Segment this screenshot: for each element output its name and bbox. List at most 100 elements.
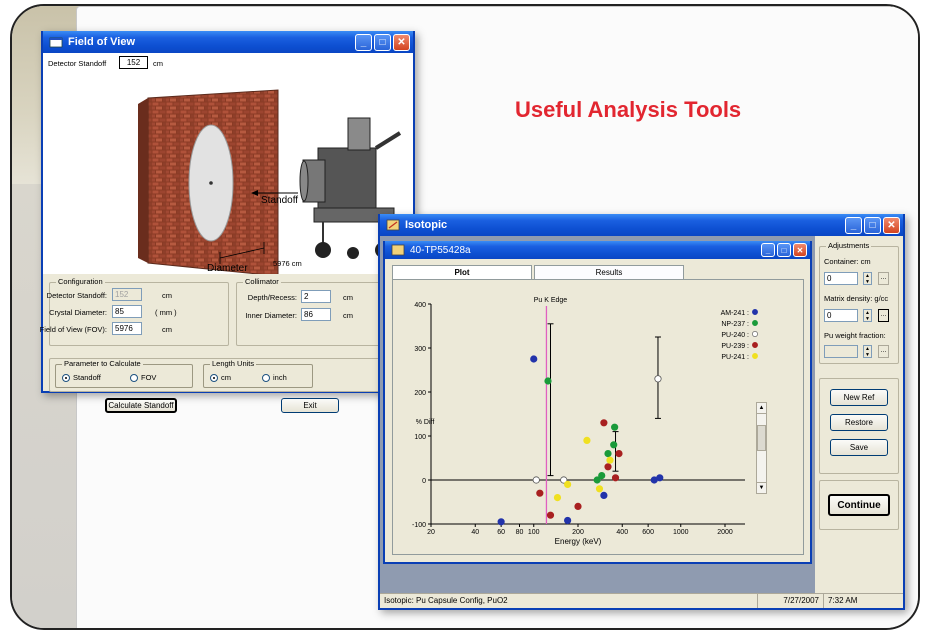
fov-field[interactable]: 5976 (112, 322, 142, 335)
length-units-group: Length Units cm inch (203, 359, 313, 388)
legend-marker (752, 353, 758, 359)
x-tick-label: 600 (642, 529, 654, 536)
restore-button[interactable]: Restore (830, 414, 888, 431)
ellipse-center (209, 181, 213, 185)
x-tick-label: 80 (516, 529, 524, 536)
config-standoff-field[interactable]: 152 (112, 288, 142, 301)
app-icon (391, 244, 405, 256)
depth-label: Depth/Recess: (247, 293, 297, 302)
x-axis-label: Energy (keV) (555, 537, 602, 546)
close-button[interactable]: ✕ (393, 33, 410, 51)
side-panel: Adjustments Container: cm 0 ▲ ▼ ... Matri… (817, 236, 903, 593)
matrix-more-button[interactable]: ... (878, 309, 889, 322)
iso-title-bar[interactable]: Isotopic _ □ ✕ (380, 214, 903, 236)
radio-standoff-dot[interactable] (62, 374, 70, 383)
status-text: Isotopic: Pu Capsule Config, PuO2 (380, 594, 758, 608)
maximize-button[interactable]: □ (777, 243, 791, 257)
pu-weight-label: Pu weight fraction: (824, 331, 886, 340)
radio-fov-dot[interactable] (130, 374, 138, 383)
depth-unit: cm (343, 293, 353, 302)
data-point-pu-239 (536, 489, 544, 497)
pu-weight-spinner[interactable]: ▲ ▼ (863, 345, 872, 358)
parameter-caption: Parameter to Calculate (62, 359, 143, 368)
scroll-up-arrow[interactable]: ▲ (757, 403, 766, 414)
status-date: 7/27/2007 (758, 594, 824, 608)
minimize-button[interactable]: _ (845, 216, 862, 234)
app-icon (49, 37, 63, 48)
x-tick-label: 2000 (717, 529, 733, 536)
config-standoff-unit: cm (162, 291, 172, 300)
x-tick-label: 20 (427, 529, 435, 536)
inner-diameter-field[interactable]: 86 (301, 308, 331, 321)
scroll-down-arrow[interactable]: ▼ (757, 482, 766, 493)
x-tick-label: 200 (572, 529, 584, 536)
legend-label: PU-240 : (721, 332, 749, 339)
maximize-button[interactable]: □ (374, 33, 391, 51)
crystal-diameter-field[interactable]: 85 (112, 305, 142, 318)
slide-headline: Useful Analysis Tools (515, 97, 742, 122)
data-point-pu-241 (595, 485, 604, 493)
data-point-pu-241 (553, 494, 562, 502)
inner-diameter-label: Inner Diameter: (245, 311, 297, 320)
radio-inch-dot[interactable] (262, 374, 270, 383)
plot-child-window: 40-TP55428a _ □ ✕ Plot Results -100 0 100 2… (383, 241, 812, 564)
matrix-density-spinner[interactable]: ▲ ▼ (863, 309, 872, 322)
minimize-button[interactable]: _ (355, 33, 372, 51)
container-field[interactable]: 0 (824, 272, 858, 285)
legend-label: PU-241 : (721, 354, 749, 361)
continue-button[interactable]: Continue (828, 494, 890, 516)
exit-button[interactable]: Exit (281, 398, 339, 413)
configuration-group: Configuration Detector Standoff: 152 cm … (40, 277, 229, 346)
diameter-caption: Diameter (207, 263, 248, 274)
matrix-density-field[interactable]: 0 (824, 309, 858, 322)
x-tick-label: 400 (616, 529, 628, 536)
tab-plot[interactable]: Plot (392, 265, 532, 279)
collimator-caption: Collimator (243, 277, 281, 286)
detector-standoff-label: Detector Standoff (48, 59, 107, 68)
pu-weight-more-button[interactable]: ... (878, 345, 889, 358)
field-of-view-window: Field of View _ □ ✕ Detector Standoff 15… (40, 31, 415, 413)
y-tick-label: 200 (414, 390, 426, 397)
status-time: 7:32 AM (828, 596, 858, 605)
save-button[interactable]: Save (830, 439, 888, 456)
calculate-standoff-button[interactable]: Calculate Standoff (105, 398, 177, 413)
minimize-button[interactable]: _ (761, 243, 775, 257)
continue-group: Continue (819, 480, 899, 530)
container-more-button[interactable]: ... (878, 272, 889, 285)
radio-cm-dot[interactable] (210, 374, 218, 383)
radio-inch[interactable]: inch (262, 373, 287, 383)
maximize-button[interactable]: □ (864, 216, 881, 234)
detector-standoff-field[interactable]: 152 (119, 56, 148, 69)
data-point-pu-239 (574, 502, 582, 510)
depth-field[interactable]: 2 (301, 290, 331, 303)
data-point-np-237 (611, 423, 619, 431)
container-spinner[interactable]: ▲ ▼ (863, 272, 872, 285)
new-ref-button[interactable]: New Ref (830, 389, 888, 406)
configuration-caption: Configuration (56, 277, 105, 286)
x-tick-label: 40 (471, 529, 479, 536)
radio-standoff[interactable]: Standoff (62, 373, 101, 383)
radio-fov[interactable]: FOV (130, 373, 156, 383)
iso-window-title: Isotopic (405, 219, 448, 231)
standoff-caption: Standoff (261, 195, 299, 206)
vertical-scrollbar[interactable]: ▲ ▼ (756, 402, 767, 494)
y-tick-label: 100 (414, 434, 426, 441)
close-button[interactable]: ✕ (883, 216, 900, 234)
plot-window-title-bar[interactable]: 40-TP55428a _ □ ✕ (385, 241, 810, 259)
data-point-pu-239 (611, 474, 620, 482)
plot-area (431, 304, 725, 524)
data-point-pu-241 (583, 436, 591, 444)
close-button[interactable]: ✕ (793, 243, 807, 257)
wall-edge (138, 98, 148, 263)
data-point-pu-240 (532, 476, 540, 484)
tab-results[interactable]: Results (534, 265, 684, 279)
pu-weight-field[interactable] (824, 345, 858, 358)
data-point-np-237 (544, 377, 552, 385)
fov-window-title: Field of View (68, 36, 136, 48)
y-tick-label: 400 (414, 302, 426, 309)
scroll-thumb[interactable] (757, 425, 766, 451)
data-point-am-241 (530, 355, 538, 363)
data-point-pu-239 (600, 419, 608, 427)
fov-title-bar[interactable]: Field of View _ □ ✕ (43, 31, 413, 53)
radio-cm[interactable]: cm (210, 373, 231, 383)
